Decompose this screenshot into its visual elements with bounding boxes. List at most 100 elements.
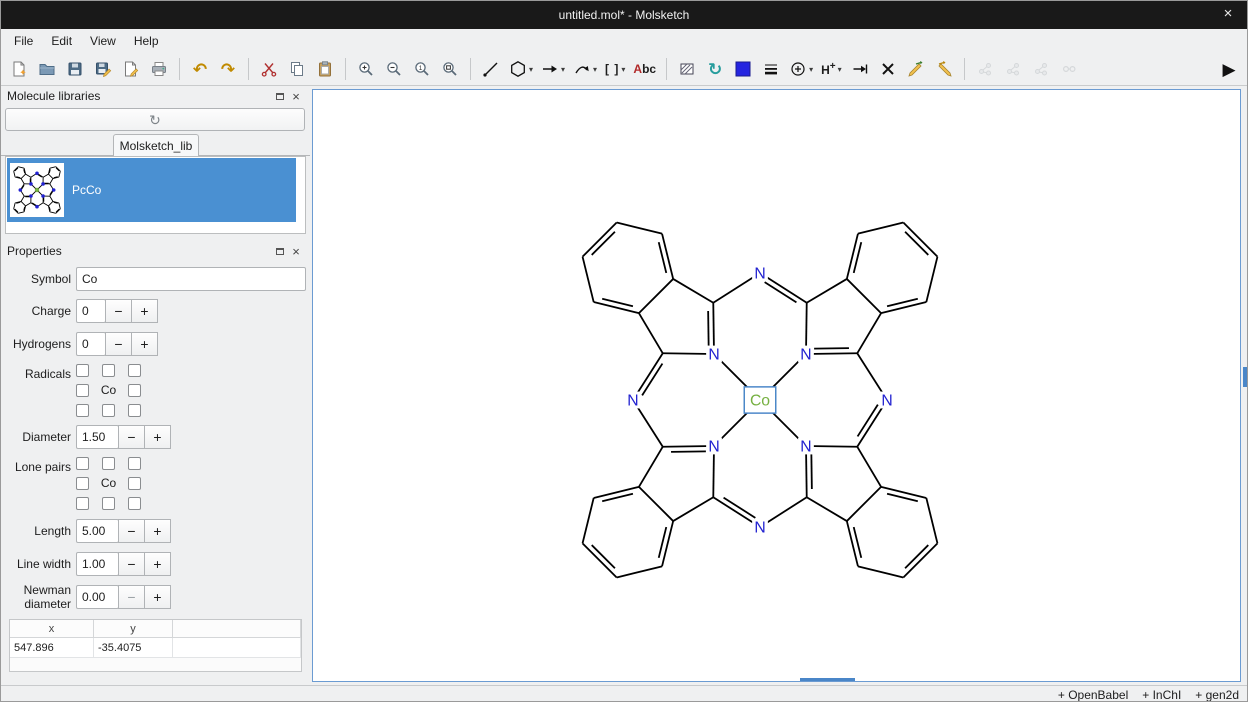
zoom-out-button[interactable]	[381, 55, 407, 83]
canvas-horizontal-scrollbar[interactable]	[800, 678, 855, 681]
open-file-button[interactable]	[34, 55, 60, 83]
lone-pair-checkbox[interactable]	[128, 477, 141, 490]
menu-view[interactable]: View	[81, 31, 125, 51]
tab-molsketch-lib[interactable]: Molsketch_lib	[113, 134, 199, 156]
radical-checkbox[interactable]	[76, 364, 89, 377]
radical-checkbox[interactable]	[128, 404, 141, 417]
print-button[interactable]	[146, 55, 172, 83]
zoom-fit-button[interactable]	[437, 55, 463, 83]
charge-tool[interactable]: ▾	[786, 55, 816, 83]
charge-decrement-button[interactable]: −	[105, 299, 132, 323]
radical-checkbox[interactable]	[128, 364, 141, 377]
chevron-down-icon[interactable]: ▾	[593, 65, 597, 74]
bond-modify-down-tool[interactable]	[931, 55, 957, 83]
chevron-down-icon[interactable]: ▾	[838, 65, 842, 74]
export-button[interactable]	[118, 55, 144, 83]
lone-pair-checkbox[interactable]	[128, 457, 141, 470]
delete-icon	[879, 60, 897, 78]
diameter-decrement-button[interactable]: −	[118, 425, 145, 449]
hydrogens-input[interactable]	[76, 332, 106, 356]
menu-file[interactable]: File	[5, 31, 42, 51]
text-tool[interactable]: Abc	[630, 55, 659, 83]
lone-pair-checkbox[interactable]	[76, 457, 89, 470]
save-as-button[interactable]	[90, 55, 116, 83]
properties-dock-header: Properties ×	[1, 241, 310, 261]
library-item-pcco[interactable]: PcCo	[7, 158, 296, 222]
lone-pair-checkbox[interactable]	[102, 497, 115, 510]
window-close-button[interactable]: ×	[1219, 6, 1237, 22]
coord-x-value[interactable]: 547.896	[10, 638, 94, 657]
radical-checkbox[interactable]	[76, 404, 89, 417]
hydrogens-decrement-button[interactable]: −	[105, 332, 132, 356]
zoom-original-button[interactable]: 1	[409, 55, 435, 83]
library-dock-close-button[interactable]: ×	[288, 89, 304, 103]
line-width-button[interactable]	[758, 55, 784, 83]
chevron-down-icon[interactable]: ▾	[529, 65, 533, 74]
toolbar-separator	[179, 58, 180, 80]
lone-pair-checkbox[interactable]	[76, 477, 89, 490]
rotate-tool[interactable]: ↻	[702, 55, 728, 83]
newman-diameter-input[interactable]	[76, 585, 119, 609]
electron-flow-tool[interactable]	[847, 55, 873, 83]
radical-checkbox[interactable]	[102, 404, 115, 417]
coord-y-value[interactable]: -35.4075	[94, 638, 173, 657]
properties-dock-float-button[interactable]	[272, 244, 288, 258]
radical-checkbox[interactable]	[102, 364, 115, 377]
line-width-input[interactable]	[76, 552, 119, 576]
length-decrement-button[interactable]: −	[118, 519, 145, 543]
line-width-decrement-button[interactable]: −	[118, 552, 145, 576]
redo-button[interactable]: ↷	[215, 55, 241, 83]
color-swatch-button[interactable]	[730, 55, 756, 83]
new-file-button[interactable]	[6, 55, 32, 83]
bracket-tool[interactable]: [ ]▾	[602, 55, 628, 83]
charge-input[interactable]	[76, 299, 106, 323]
ring-tool[interactable]: ▾	[506, 55, 536, 83]
menu-help[interactable]: Help	[125, 31, 168, 51]
lone-pair-checkbox[interactable]	[76, 497, 89, 510]
properties-dock-close-button[interactable]: ×	[288, 244, 304, 258]
lone-pair-checkbox[interactable]	[102, 457, 115, 470]
arrow-icon	[541, 60, 559, 78]
hydrogen-tool[interactable]: H+▾	[818, 55, 845, 83]
newman-decrement-button[interactable]: −	[118, 585, 145, 609]
zoom-in-button[interactable]	[353, 55, 379, 83]
chevron-down-icon[interactable]: ▾	[561, 65, 565, 74]
radical-checkbox[interactable]	[128, 384, 141, 397]
library-refresh-button[interactable]: ↻	[5, 108, 305, 131]
coord-x-header: x	[10, 620, 94, 637]
radical-checkbox[interactable]	[76, 384, 89, 397]
chevron-down-icon[interactable]: ▾	[809, 65, 813, 74]
cut-button[interactable]	[256, 55, 282, 83]
toolbar-separator	[248, 58, 249, 80]
charge-increment-button[interactable]: +	[131, 299, 158, 323]
library-dock-float-button[interactable]	[272, 89, 288, 103]
lone-pair-checkbox[interactable]	[128, 497, 141, 510]
bond-modify-up-tool[interactable]	[903, 55, 929, 83]
length-increment-button[interactable]: +	[144, 519, 171, 543]
save-button[interactable]	[62, 55, 88, 83]
diameter-increment-button[interactable]: +	[144, 425, 171, 449]
chevron-down-icon[interactable]: ▾	[621, 65, 625, 74]
diameter-input[interactable]	[76, 425, 119, 449]
hatch-tool[interactable]	[674, 55, 700, 83]
curved-arrow-tool[interactable]: ▾	[570, 55, 600, 83]
hydrogen-icon: H+	[821, 61, 836, 77]
paste-button[interactable]	[312, 55, 338, 83]
drawing-canvas[interactable]: CoNNNNNNNN	[312, 89, 1241, 682]
delete-tool[interactable]	[875, 55, 901, 83]
reaction-arrow-tool[interactable]: ▾	[538, 55, 568, 83]
float-icon	[276, 93, 284, 100]
menu-bar: File Edit View Help	[1, 29, 1247, 53]
undo-button[interactable]: ↶	[187, 55, 213, 83]
draw-bond-tool[interactable]	[478, 55, 504, 83]
menu-edit[interactable]: Edit	[42, 31, 81, 51]
newman-increment-button[interactable]: +	[144, 585, 171, 609]
canvas-vertical-scrollbar[interactable]	[1243, 367, 1247, 387]
openbabel-symmetry-button	[1056, 55, 1082, 83]
length-input[interactable]	[76, 519, 119, 543]
hydrogens-increment-button[interactable]: +	[131, 332, 158, 356]
line-width-increment-button[interactable]: +	[144, 552, 171, 576]
symbol-input[interactable]	[76, 267, 306, 291]
toolbar-overflow-button[interactable]: ▶	[1216, 55, 1242, 83]
copy-button[interactable]	[284, 55, 310, 83]
